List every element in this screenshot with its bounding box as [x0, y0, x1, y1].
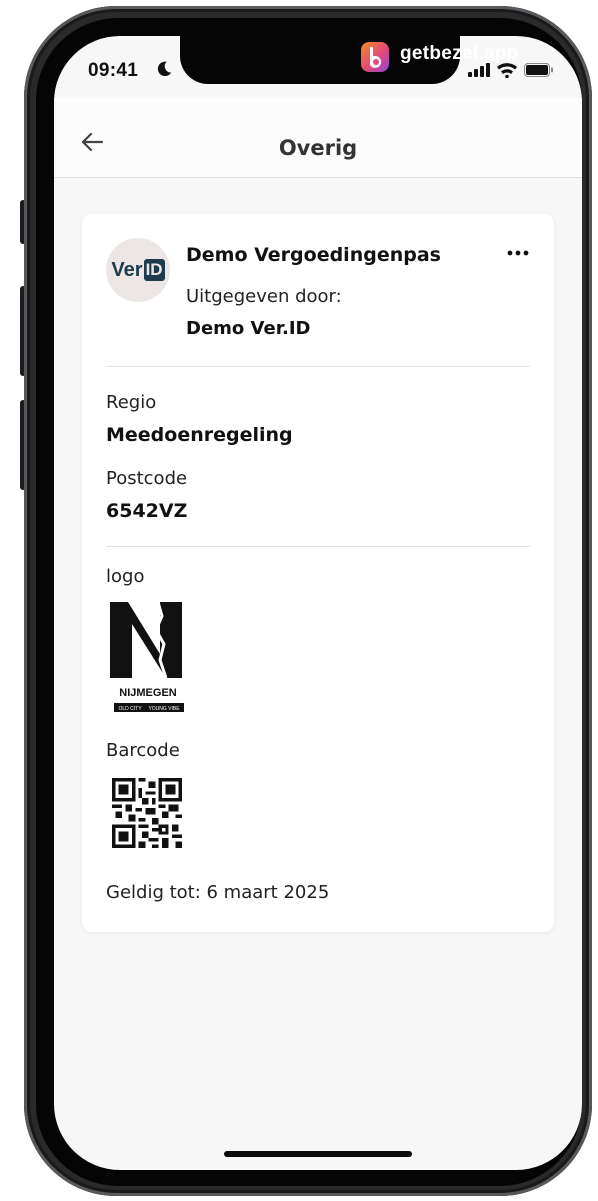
issuer-name: Demo Ver.ID [186, 318, 311, 339]
bezel-logo-icon [361, 42, 389, 72]
logo-label: logo [106, 566, 145, 587]
verid-logo-id: ID [143, 259, 165, 281]
status-icons [468, 62, 554, 78]
nijmegen-logo-city: NIJMEGEN [119, 687, 177, 699]
divider [106, 366, 530, 367]
battery-icon [524, 63, 553, 77]
app-header: Overig [54, 98, 582, 178]
home-indicator[interactable] [224, 1151, 412, 1157]
field-value-postcode: 6542VZ [106, 500, 188, 522]
dynamic-island: getbezel.app [180, 36, 518, 84]
field-value-regio: Meedoenregeling [106, 424, 293, 446]
issued-by-label: Uitgegeven door: [186, 286, 342, 307]
wifi-icon [497, 63, 517, 78]
moon-icon [157, 61, 172, 77]
signal-icon [468, 63, 490, 77]
verid-logo: Ver ID [106, 238, 170, 302]
status-bar: 09:41 getbezel.app [54, 36, 582, 98]
barcode-label: Barcode [106, 740, 180, 761]
credential-card: Ver ID Demo Vergoedingenpas Uitgegeven do… [82, 214, 554, 932]
field-label-regio: Regio [106, 392, 157, 413]
qr-code [112, 778, 182, 848]
more-horizontal-icon[interactable] [506, 248, 530, 258]
nijmegen-logo-tagline-right: YOUNG VIBE [148, 706, 180, 712]
phone-screen: 09:41 getbezel.app Overig Ver ID Demo Ve… [54, 36, 582, 1170]
card-title: Demo Vergoedingenpas [186, 244, 441, 266]
verid-logo-ver: Ver [111, 258, 143, 281]
valid-until: Geldig tot: 6 maart 2025 [106, 882, 330, 903]
field-label-postcode: Postcode [106, 468, 188, 489]
page-title: Overig [278, 136, 358, 160]
divider [106, 546, 530, 547]
nijmegen-logo-tagline-left: OLD CITY [118, 706, 142, 712]
nijmegen-logo: NIJMEGEN OLD CITY YOUNG VIBE [110, 601, 184, 712]
status-time: 09:41 [88, 60, 139, 81]
